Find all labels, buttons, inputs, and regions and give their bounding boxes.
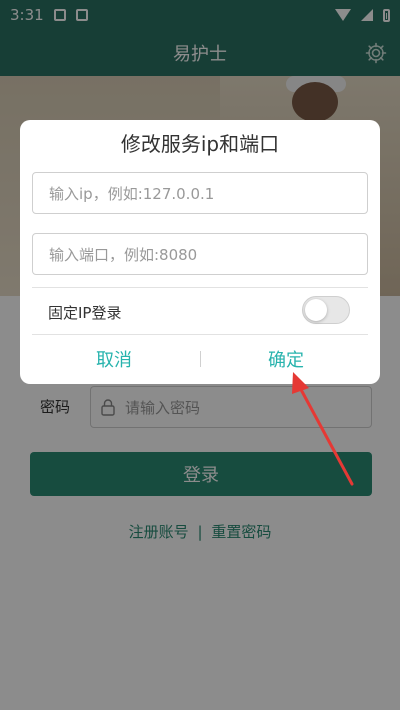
- red-arrow-annotation: [292, 372, 354, 486]
